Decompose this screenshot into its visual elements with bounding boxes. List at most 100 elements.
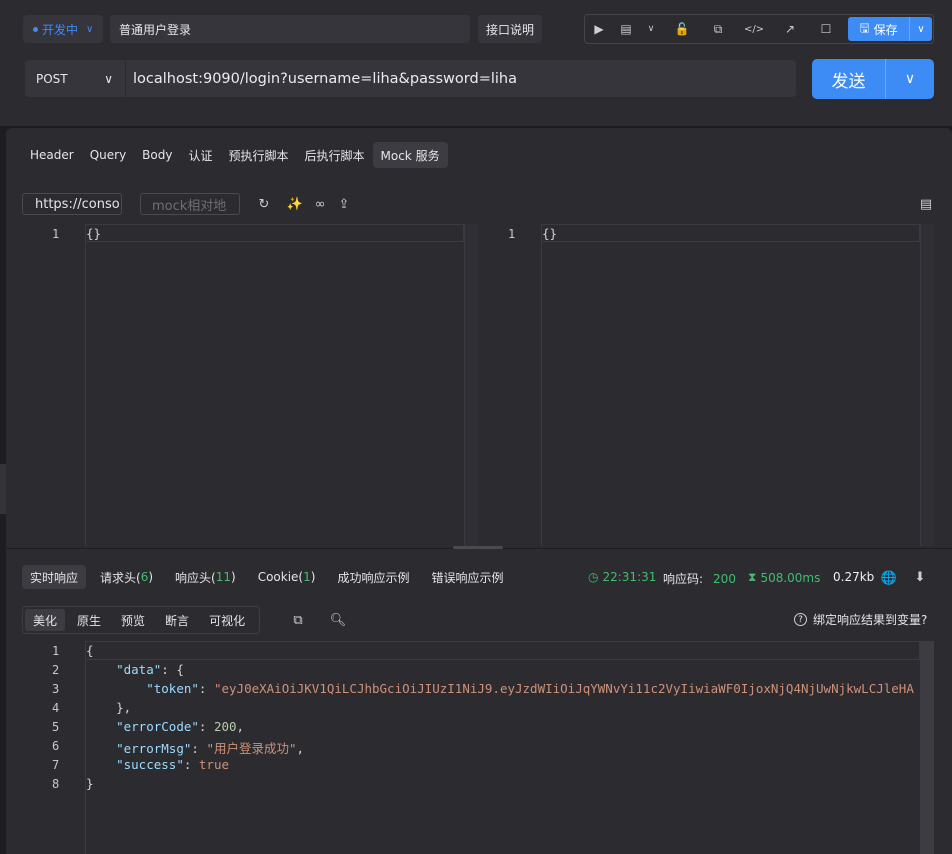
tab-mock-service[interactable]: Mock 服务 [372,142,448,168]
line-number: 5 [52,720,60,734]
tab-label-end: ) [231,570,236,584]
code-token: : [198,681,214,696]
response-tabs: 实时响应 请求头(6) 响应头(11) Cookie(1) 成功响应示例 错误响… [22,565,517,589]
upload-icon[interactable]: ⇪ [336,196,352,212]
side-resize-handle[interactable] [0,464,6,514]
response-body-editor[interactable]: 1 {2 "data": { 3 "token": "eyJ0eXAiOiJKV1Q… [22,641,934,854]
status-code: 响应码: 200 [663,570,736,587]
tab-realtime-response[interactable]: 实时响应 [22,565,87,589]
code-line: { [86,643,94,658]
tab-label: 响应头( [175,570,216,585]
tab-query[interactable]: Query [82,142,134,168]
tab-post-script[interactable]: 后执行脚本 [297,142,373,168]
chevron-down-icon: ∨ [86,23,94,35]
env-label: 开发中 [42,22,79,37]
code-line: } [86,776,94,791]
line-number: 1 [508,227,516,241]
line-number: 1 [52,227,60,241]
environment-selector[interactable]: 开发中 ∨ [23,15,103,43]
globe-icon[interactable]: 🌐 [881,570,897,586]
refresh-icon[interactable]: ↻ [256,196,272,212]
status-code-value: 200 [713,571,736,586]
current-line-highlight [542,224,920,242]
share-icon[interactable]: ↗ [782,21,798,37]
tab-body[interactable]: Body [134,142,180,168]
code-token: , [236,719,245,734]
code-token: { [86,643,94,658]
api-doc-button[interactable]: 接口说明 [478,15,542,43]
tab-assert[interactable]: 断言 [157,609,197,631]
bind-question-label: 绑定响应结果到变量? [813,613,928,627]
layout-icon[interactable]: ▤ [618,21,634,37]
gutter-divider [541,224,542,546]
mock-url-input[interactable]: https://conso [22,193,122,215]
code-token: : { [161,662,184,677]
status-label: 响应码: [663,572,704,586]
mock-editor-right[interactable]: 1 {} [478,224,934,546]
code-line: "success": true [86,757,229,772]
code-line: }, [86,700,131,715]
code-token: "data" [116,662,162,677]
tab-header[interactable]: Header [22,142,82,168]
code-line: "errorMsg": "用户登录成功", [86,738,304,757]
tab-auth[interactable]: 认证 [180,142,220,168]
tab-cookie[interactable]: Cookie(1) [250,565,324,589]
mock-editor-left[interactable]: 1 {} [22,224,478,546]
code-token: }, [116,700,132,715]
tab-visualize[interactable]: 可视化 [201,609,253,631]
line-number: 1 [52,644,60,658]
tab-label-end: ) [148,570,154,584]
copy-icon[interactable]: ⧉ [710,21,726,37]
download-icon[interactable]: ⬇ [912,569,928,585]
link-icon[interactable]: ∞ [312,196,328,212]
tab-pre-script[interactable]: 预执行脚本 [220,142,296,168]
api-name-field[interactable]: 普通用户登录 [110,15,470,43]
gutter-divider [85,224,86,546]
code-icon[interactable]: </> [744,21,764,37]
code-line: "token": "eyJ0eXAiOiJKV1QiLCJhbGciOiJIUz… [86,681,914,696]
line-number: 8 [52,777,60,791]
editor-code: {} [542,226,558,241]
tab-beautify[interactable]: 美化 [25,609,66,631]
unlock-icon[interactable]: 🔓 [674,21,690,37]
code-token: "success" [116,757,184,772]
tab-response-headers[interactable]: 响应头(11) [167,565,244,589]
send-button[interactable]: 发送 ∨ [812,59,934,99]
line-number: 2 [52,663,60,677]
export-icon[interactable]: ☐ [818,21,834,37]
search-icon[interactable]: 🔍︎ [330,612,347,628]
bind-result-link[interactable]: ? 绑定响应结果到变量? [794,611,927,628]
chevron-down-icon[interactable]: ∨ [643,21,659,37]
tab-preview[interactable]: 预览 [113,609,153,631]
tab-error-example[interactable]: 错误响应示例 [423,565,511,589]
method-select[interactable]: POST ∨ [25,60,125,97]
run-icon[interactable]: ▶ [591,21,607,37]
scrollbar[interactable] [920,641,934,854]
response-time-value: 22:31:31 [602,570,657,584]
duration: ⧗ 508.00ms [748,570,820,585]
send-label: 发送 [812,59,886,99]
save-button[interactable]: 🖫 保存 ∨ [848,17,932,41]
scrollbar[interactable] [464,224,478,546]
code-token: : [198,719,214,734]
tab-label: Cookie( [257,570,304,584]
panel-toggle-icon[interactable]: ▤ [918,196,934,212]
tab-success-example[interactable]: 成功响应示例 [329,565,417,589]
tab-raw[interactable]: 原生 [69,609,109,631]
magic-wand-icon[interactable]: ✨ [287,196,303,212]
chevron-down-icon[interactable]: ∨ [910,24,932,35]
save-icon: 🖫 [859,20,870,35]
scrollbar[interactable] [920,224,934,546]
url-input[interactable]: localhost:9090/login?username=liha&passw… [126,60,796,97]
code-token: , [296,741,305,756]
tab-request-headers[interactable]: 请求头(6) [92,565,161,589]
line-number: 6 [52,739,60,753]
chevron-down-icon[interactable]: ∨ [886,71,934,87]
response-time: ◷ 22:31:31 [588,570,656,584]
mock-relative-input[interactable]: mock相对地 [140,193,240,215]
copy-icon[interactable]: ⧉ [290,612,306,628]
chevron-down-icon: ∨ [104,71,113,86]
request-tabs: Header Query Body 认证 预执行脚本 后执行脚本 Mock 服务 [22,142,448,168]
save-label: 保存 [873,22,898,37]
line-number: 3 [52,682,60,696]
